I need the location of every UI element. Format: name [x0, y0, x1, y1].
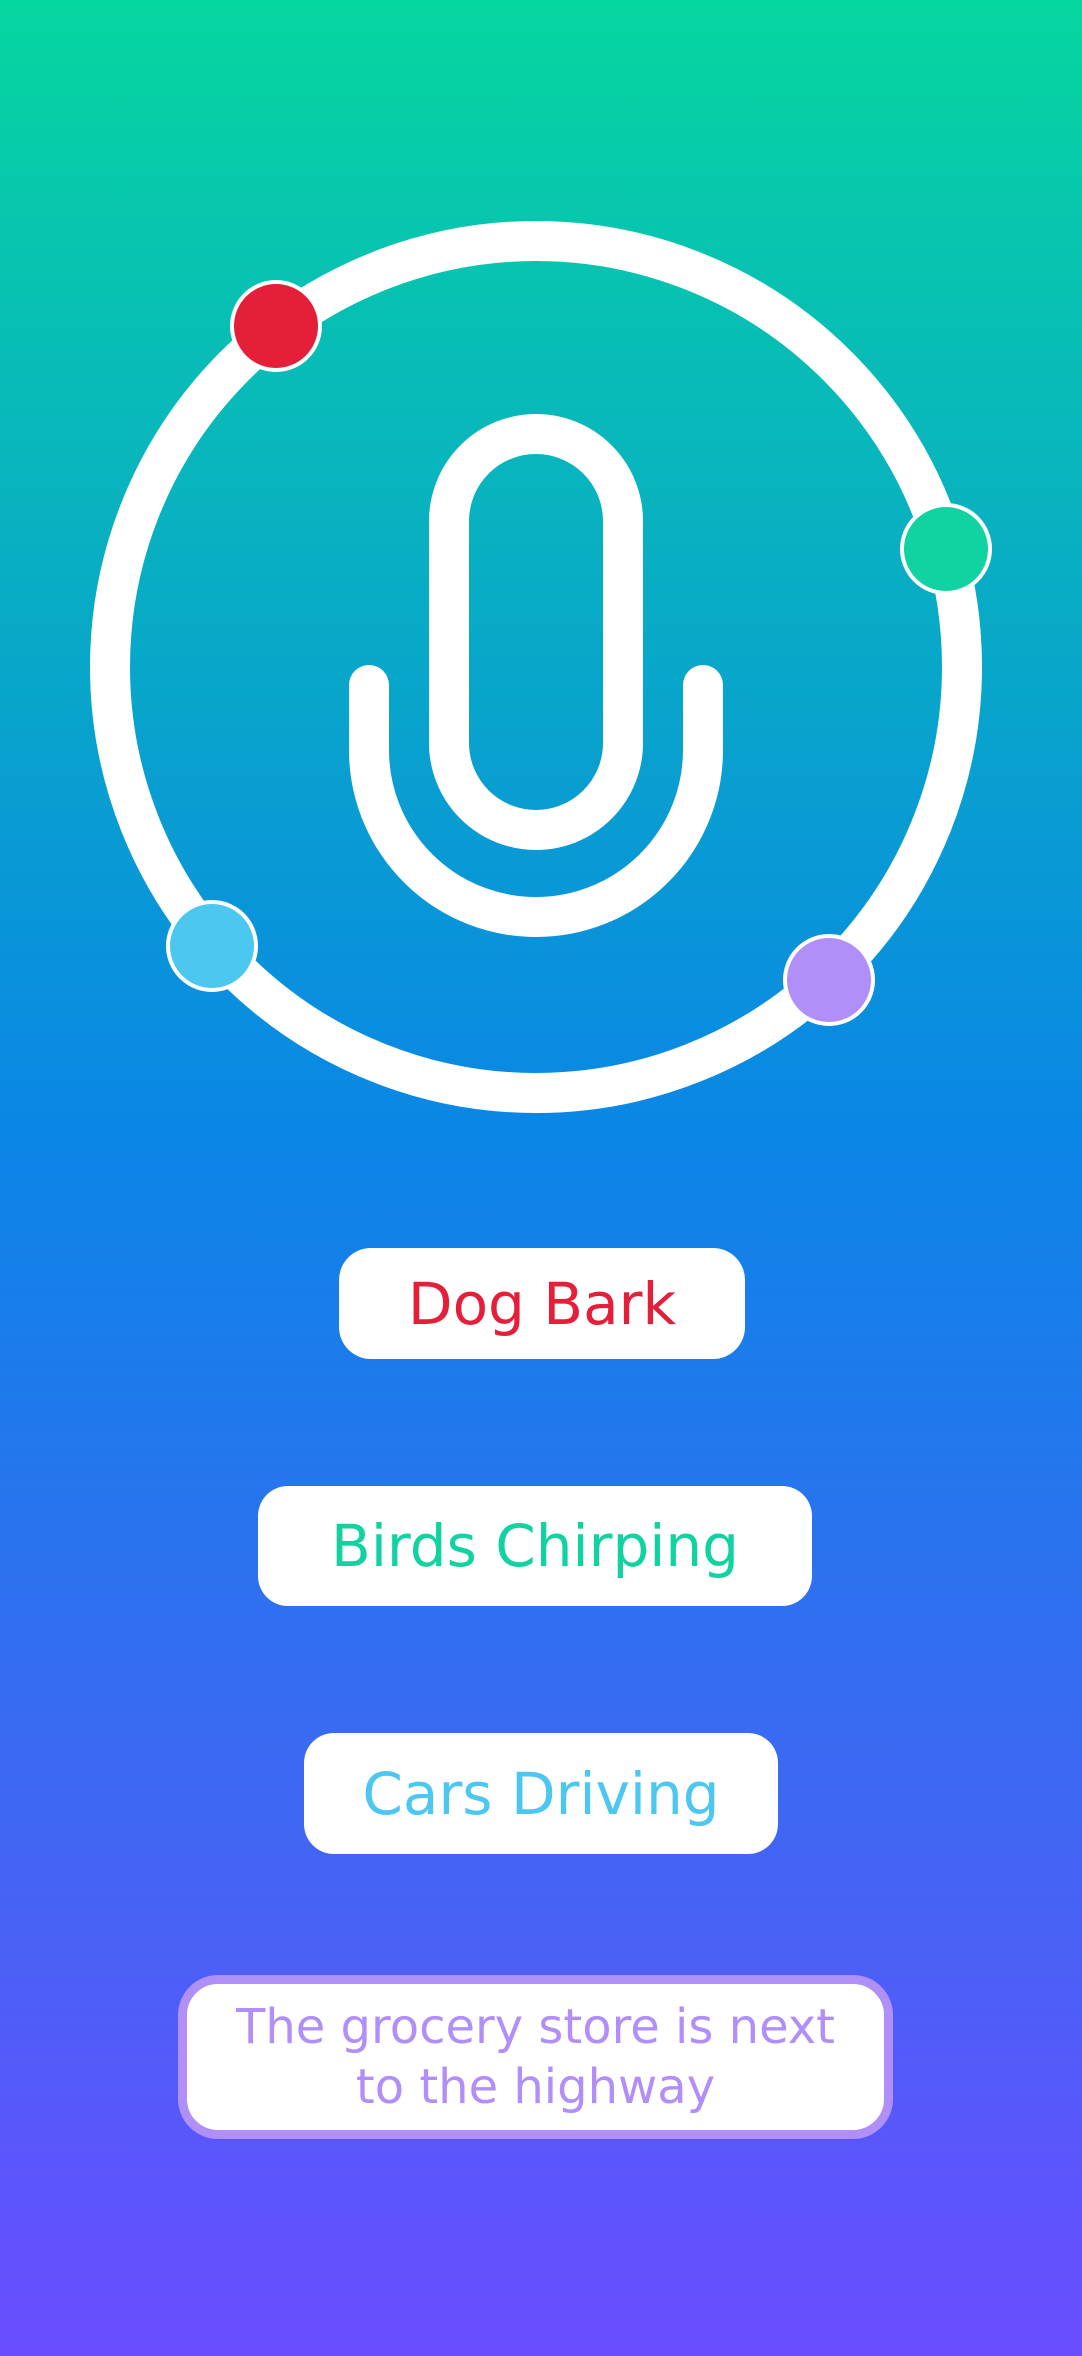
phrase-card[interactable]: The grocery store is next to the highway	[178, 1975, 893, 2139]
cars-driving-label: Cars Driving	[362, 1759, 720, 1828]
phrase-line-2: to the highway	[355, 2059, 716, 2115]
phrase-line-1: The grocery store is next	[236, 1999, 835, 2055]
purple-dot-icon	[783, 934, 875, 1026]
dog-bark-label: Dog Bark	[407, 1269, 677, 1338]
microphone-icon[interactable]	[349, 414, 723, 937]
phrase-text: The grocery store is next to the highway	[236, 1997, 835, 2117]
birds-chirping-label: Birds Chirping	[331, 1512, 739, 1580]
mic-orbit-graphic	[90, 221, 992, 1113]
cars-driving-chip[interactable]: Cars Driving	[304, 1733, 778, 1854]
green-dot-icon	[900, 503, 992, 595]
birds-chirping-chip[interactable]: Birds Chirping	[258, 1486, 812, 1606]
blue-dot-icon	[166, 900, 258, 992]
red-dot-icon	[230, 280, 322, 372]
dog-bark-chip[interactable]: Dog Bark	[339, 1248, 745, 1359]
